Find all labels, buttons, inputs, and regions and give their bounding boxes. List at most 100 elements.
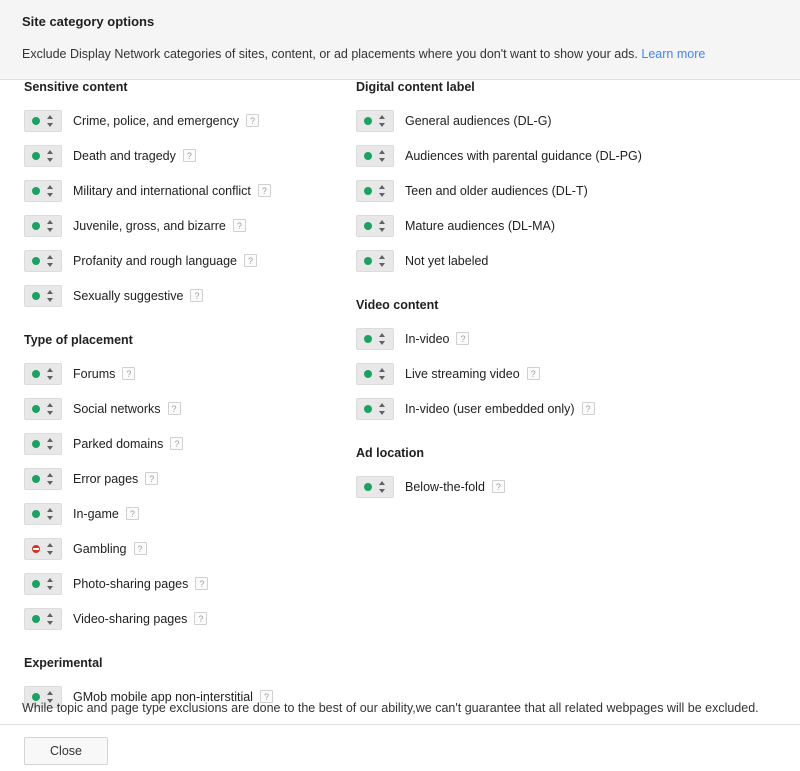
option-label: Juvenile, gross, and bizarre? <box>73 218 246 234</box>
section-heading-experimental: Experimental <box>24 656 103 670</box>
section-video-content: In-video? Live streaming video? In-video (… <box>356 321 776 426</box>
status-toggle-below-the-fold[interactable] <box>356 475 394 498</box>
section-heading-video-content: Video content <box>356 298 439 312</box>
status-included-icon <box>363 404 372 413</box>
status-included-icon <box>363 186 372 195</box>
panel-header: Site category options Exclude Display Ne… <box>0 0 800 80</box>
section-sensitive-content: Crime, police, and emergency? Death and t… <box>24 103 344 313</box>
status-toggle-in-game[interactable] <box>24 502 62 525</box>
left-column: Sensitive content Crime, police, and emer… <box>24 80 344 714</box>
help-icon[interactable]: ? <box>190 288 204 302</box>
help-icon[interactable]: ? <box>122 366 136 380</box>
help-icon[interactable]: ? <box>167 401 181 415</box>
panel-description: Exclude Display Network categories of si… <box>22 46 778 62</box>
help-icon[interactable]: ? <box>491 479 505 493</box>
status-included-icon <box>31 579 40 588</box>
help-icon[interactable]: ? <box>526 366 540 380</box>
status-toggle-not-yet-labeled[interactable] <box>356 249 394 272</box>
option-label: Sexually suggestive? <box>73 288 204 304</box>
status-toggle-death-and-tragedy[interactable] <box>24 144 62 167</box>
option-label: Mature audiences (DL-MA) <box>405 218 556 233</box>
status-toggle-general-audiences-dl-g[interactable] <box>356 109 394 132</box>
option-label: Video-sharing pages? <box>73 611 208 627</box>
option-row-mature-audiences-dl-ma: Mature audiences (DL-MA) <box>356 208 776 243</box>
help-icon[interactable]: ? <box>194 611 208 625</box>
status-toggle-social-networks[interactable] <box>24 397 62 420</box>
help-icon[interactable]: ? <box>232 218 246 232</box>
section-digital-content-label: General audiences (DL-G) Audiences with p… <box>356 103 776 278</box>
status-toggle-audiences-with-parental-guidance-dl-pg[interactable] <box>356 144 394 167</box>
status-toggle-profanity-and-rough-language[interactable] <box>24 249 62 272</box>
option-label: Live streaming video? <box>405 366 540 382</box>
status-toggle-error-pages[interactable] <box>24 467 62 490</box>
status-toggle-in-video-user-embedded-only[interactable] <box>356 397 394 420</box>
help-icon[interactable]: ? <box>244 253 258 267</box>
chevron-updown-icon <box>47 289 54 302</box>
status-toggle-parked-domains[interactable] <box>24 432 62 455</box>
status-included-icon <box>363 482 372 491</box>
help-icon[interactable]: ? <box>581 401 595 415</box>
status-toggle-mature-audiences-dl-ma[interactable] <box>356 214 394 237</box>
section-type-of-placement: Forums? Social networks? Parked domains? Er… <box>24 356 344 636</box>
option-row-profanity-and-rough-language: Profanity and rough language? <box>24 243 344 278</box>
status-included-icon <box>31 439 40 448</box>
exclusions-disclaimer: While topic and page type exclusions are… <box>22 701 759 715</box>
option-label: In-video? <box>405 331 470 347</box>
help-icon[interactable]: ? <box>145 471 159 485</box>
option-label: Forums? <box>73 366 136 382</box>
learn-more-link[interactable]: Learn more <box>641 47 705 61</box>
option-row-sexually-suggestive: Sexually suggestive? <box>24 278 344 313</box>
status-included-icon <box>31 474 40 483</box>
chevron-updown-icon <box>47 507 54 520</box>
option-row-general-audiences-dl-g: General audiences (DL-G) <box>356 103 776 138</box>
status-toggle-crime-police-and-emergency[interactable] <box>24 109 62 132</box>
status-included-icon <box>31 291 40 300</box>
chevron-updown-icon <box>47 542 54 555</box>
panel-body: Sensitive content Crime, police, and emer… <box>0 80 800 708</box>
option-label: Gambling? <box>73 541 147 557</box>
status-included-icon <box>31 221 40 230</box>
chevron-updown-icon <box>47 472 54 485</box>
status-toggle-video-sharing-pages[interactable] <box>24 607 62 630</box>
chevron-updown-icon <box>47 149 54 162</box>
status-toggle-sexually-suggestive[interactable] <box>24 284 62 307</box>
help-icon[interactable]: ? <box>125 506 139 520</box>
help-icon[interactable]: ? <box>257 183 271 197</box>
status-toggle-teen-and-older-audiences-dl-t[interactable] <box>356 179 394 202</box>
status-toggle-in-video[interactable] <box>356 327 394 350</box>
option-label: Military and international conflict? <box>73 183 271 199</box>
close-button[interactable]: Close <box>24 737 108 765</box>
status-toggle-military-and-international-conflict[interactable] <box>24 179 62 202</box>
chevron-updown-icon <box>47 219 54 232</box>
help-icon[interactable]: ? <box>182 148 196 162</box>
option-row-video-sharing-pages: Video-sharing pages? <box>24 601 344 636</box>
help-icon[interactable]: ? <box>133 541 147 555</box>
chevron-updown-icon <box>379 367 386 380</box>
status-toggle-photo-sharing-pages[interactable] <box>24 572 62 595</box>
status-toggle-juvenile-gross-and-bizarre[interactable] <box>24 214 62 237</box>
option-row-social-networks: Social networks? <box>24 391 344 426</box>
chevron-updown-icon <box>47 184 54 197</box>
status-toggle-forums[interactable] <box>24 362 62 385</box>
chevron-updown-icon <box>47 402 54 415</box>
chevron-updown-icon <box>47 577 54 590</box>
status-included-icon <box>31 509 40 518</box>
help-icon[interactable]: ? <box>170 436 184 450</box>
site-category-options-panel: Site category options Exclude Display Ne… <box>0 0 800 771</box>
option-row-death-and-tragedy: Death and tragedy? <box>24 138 344 173</box>
panel-description-text: Exclude Display Network categories of si… <box>22 47 638 61</box>
option-row-in-game: In-game? <box>24 496 344 531</box>
option-row-forums: Forums? <box>24 356 344 391</box>
status-excluded-icon <box>31 544 40 553</box>
right-column: Digital content label General audiences (… <box>356 80 776 504</box>
chevron-updown-icon <box>47 612 54 625</box>
status-toggle-live-streaming-video[interactable] <box>356 362 394 385</box>
option-label: Error pages? <box>73 471 159 487</box>
option-label: In-game? <box>73 506 139 522</box>
status-included-icon <box>31 256 40 265</box>
help-icon[interactable]: ? <box>246 113 260 127</box>
help-icon[interactable]: ? <box>195 576 209 590</box>
help-icon[interactable]: ? <box>456 331 470 345</box>
status-toggle-gambling[interactable] <box>24 537 62 560</box>
option-label: Profanity and rough language? <box>73 253 258 269</box>
